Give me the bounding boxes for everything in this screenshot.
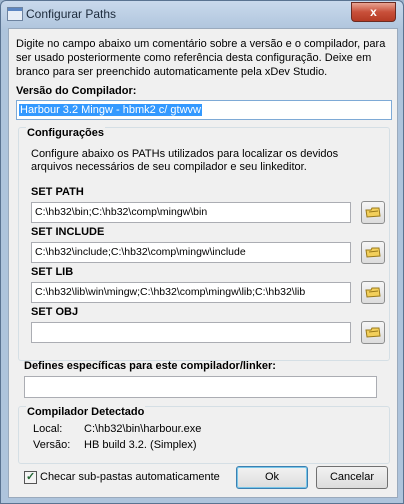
set-lib-browse-button[interactable]: [361, 281, 385, 304]
window-title: Configurar Paths: [26, 7, 117, 21]
dialog-client: Digite no campo abaixo um comentário sob…: [8, 28, 398, 498]
cancel-button[interactable]: Cancelar: [316, 466, 388, 489]
set-lib-input[interactable]: C:\hb32\lib\win\mingw;C:\hb32\comp\mingw…: [31, 282, 351, 303]
compiler-version-label: Versão do Compilador:: [16, 85, 137, 97]
set-include-input[interactable]: C:\hb32\include;C:\hb32\comp\mingw\inclu…: [31, 242, 351, 263]
set-lib-label: SET LIB: [31, 266, 74, 278]
defines-label: Defines específicas para este compilador…: [24, 360, 276, 372]
ok-button[interactable]: Ok: [236, 466, 308, 489]
set-path-browse-button[interactable]: [361, 201, 385, 224]
compilador-detectado-group: Compilador Detectado Local: C:\hb32\bin\…: [18, 406, 390, 464]
set-obj-browse-button[interactable]: [361, 321, 385, 344]
dialog-window: Configurar Paths x Digite no campo abaix…: [0, 0, 404, 504]
close-icon: x: [370, 5, 377, 19]
version-label: Versão:: [33, 439, 71, 451]
version-value: HB build 3.2. (Simplex): [84, 439, 197, 451]
compiler-version-input[interactable]: Harbour 3.2 Mingw - hbmk2 c/ gtwvw: [16, 100, 392, 120]
configuracoes-description: Configure abaixo os PATHs utilizados par…: [31, 148, 339, 173]
set-include-label: SET INCLUDE: [31, 226, 105, 238]
title-bar[interactable]: Configurar Paths x: [1, 1, 403, 27]
subfolders-checkbox-label[interactable]: Checar sub-pastas automaticamente: [40, 471, 220, 483]
configuracoes-group: Configurações Configure abaixo os PATHs …: [18, 127, 390, 361]
local-label: Local:: [33, 423, 63, 435]
folder-hand-icon: [365, 207, 381, 218]
folder-hand-icon: [365, 327, 381, 338]
configuracoes-title: Configurações: [26, 127, 106, 139]
folder-hand-icon: [365, 247, 381, 258]
subfolders-checkbox[interactable]: ✓: [24, 471, 37, 484]
set-obj-label: SET OBJ: [31, 306, 79, 318]
compilador-detectado-title: Compilador Detectado: [26, 406, 146, 418]
compiler-version-value: Harbour 3.2 Mingw - hbmk2 c/ gtwvw: [19, 104, 202, 116]
local-value: C:\hb32\bin\harbour.exe: [84, 423, 202, 435]
set-obj-input[interactable]: [31, 322, 351, 343]
set-include-browse-button[interactable]: [361, 241, 385, 264]
instructions-text: Digite no campo abaixo um comentário sob…: [16, 38, 386, 78]
set-path-input[interactable]: C:\hb32\bin;C:\hb32\comp\mingw\bin: [31, 202, 351, 223]
window-icon: [7, 7, 23, 21]
set-path-label: SET PATH: [31, 186, 84, 198]
check-icon: ✓: [26, 471, 36, 483]
defines-input[interactable]: [24, 376, 377, 398]
folder-hand-icon: [365, 287, 381, 298]
close-button[interactable]: x: [351, 2, 396, 22]
